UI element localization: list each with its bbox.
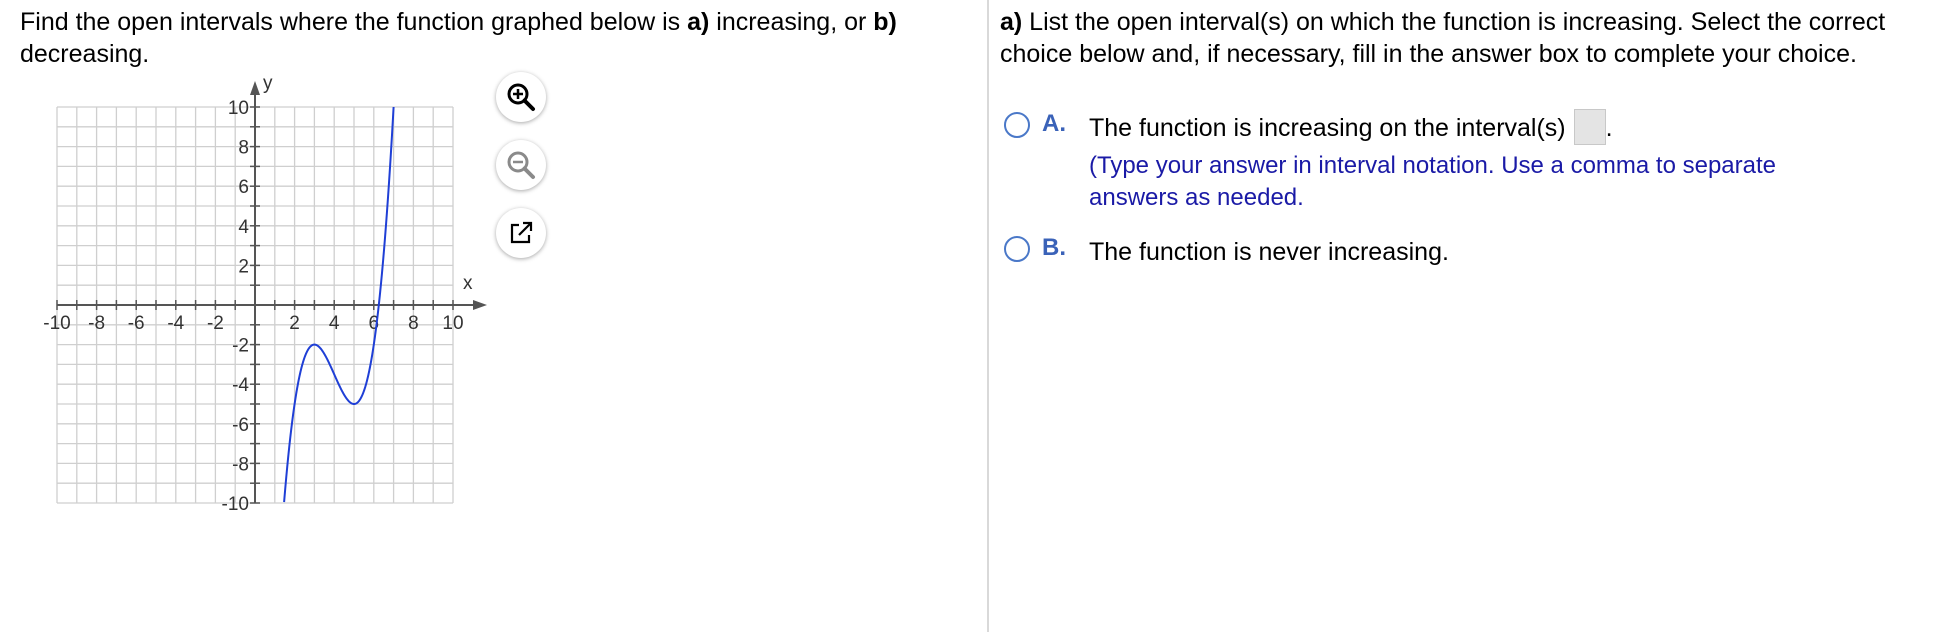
x-tick-label: -2 xyxy=(207,313,224,334)
x-tick-label: 8 xyxy=(408,313,419,334)
x-tick-label: -6 xyxy=(128,313,145,334)
zoom-out-button[interactable] xyxy=(496,140,546,190)
y-tick-label: 4 xyxy=(238,217,249,238)
y-tick-label: 10 xyxy=(228,98,249,119)
x-tick-label: 4 xyxy=(329,313,340,334)
choice-b-text: The function is never increasing. xyxy=(1089,238,1449,266)
x-tick-label: 2 xyxy=(289,313,300,334)
choice-a-period: . xyxy=(1605,114,1613,142)
y-tick-label: -8 xyxy=(232,454,249,475)
x-tick-label: -8 xyxy=(88,313,105,334)
x-axis-label: x xyxy=(463,273,473,294)
choice-a-radio[interactable] xyxy=(1004,112,1030,138)
y-tick-label: 6 xyxy=(238,177,249,198)
open-graph-button[interactable] xyxy=(496,208,546,258)
y-tick-label: -2 xyxy=(232,336,249,357)
answer-pane: a) List the open interval(s) on which th… xyxy=(1000,0,1930,632)
y-tick-label: -6 xyxy=(232,415,249,436)
part-a-instructions: List the open interval(s) on which the f… xyxy=(1000,8,1886,68)
y-tick-label: 2 xyxy=(238,256,249,277)
open-new-window-icon xyxy=(510,221,533,244)
y-tick-label: -10 xyxy=(222,494,249,515)
y-axis-label: y xyxy=(263,73,273,94)
choice-b-letter: B. xyxy=(1042,234,1066,261)
choice-a-text: The function is increasing on the interv… xyxy=(1089,109,1613,146)
choice-a-label: The function is increasing on the interv… xyxy=(1089,114,1566,142)
y-tick-label: -4 xyxy=(232,375,249,396)
graph-canvas: -10 -8 -6 -4 -2 2 4 6 8 10108642-2-4-6-8-10xy xyxy=(43,73,487,515)
answer-format-hint: (Type your answer in interval notation. … xyxy=(1089,152,1776,211)
x-tick-label: -4 xyxy=(167,313,184,334)
pane-divider xyxy=(987,0,989,632)
x-axis-arrow xyxy=(473,300,487,310)
choice-a-letter: A. xyxy=(1042,110,1066,137)
x-tick-label: 10 xyxy=(442,313,463,334)
y-axis-arrow xyxy=(250,81,260,95)
function-graph: -10 -8 -6 -4 -2 2 4 6 8 10 10 8 6 4 2 -2 -4 -6 -8 -10 x y xyxy=(0,0,988,632)
interval-answer-box[interactable] xyxy=(1573,109,1606,146)
part-a-prompt: a) List the open interval(s) on which th… xyxy=(1000,6,1930,70)
x-tick-label: -10 xyxy=(43,313,70,334)
part-a-label: a) xyxy=(1000,8,1023,36)
y-tick-label: 8 xyxy=(238,138,249,159)
zoom-in-button[interactable] xyxy=(496,72,546,122)
question-pane: Find the open intervals where the functi… xyxy=(0,0,988,632)
zoom-in-icon xyxy=(507,83,535,111)
zoom-out-icon xyxy=(507,151,535,179)
choice-b-radio[interactable] xyxy=(1004,236,1030,262)
